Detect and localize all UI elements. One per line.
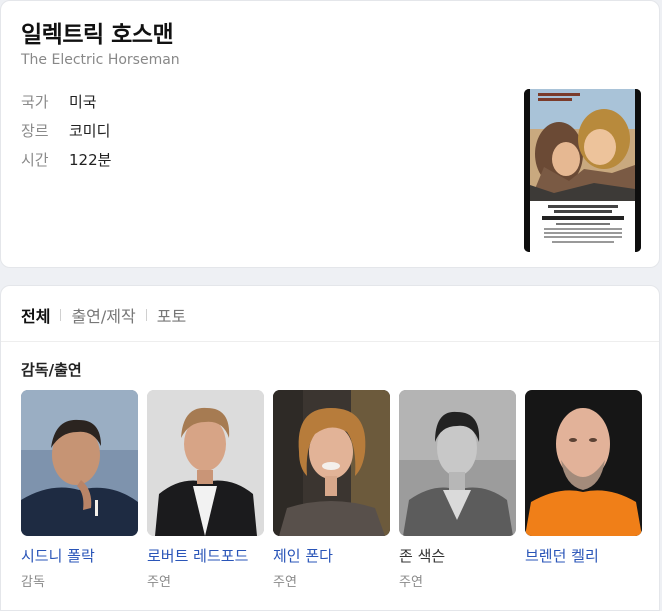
people-card: 전체 출연/제작 포토 감독/출연 시드니 폴락 감독 로버트 레드포드 주연 … [0, 285, 660, 611]
person-name[interactable]: 로버트 레드포드 [147, 545, 264, 566]
person-card[interactable]: 제인 폰다 주연 [273, 390, 390, 590]
meta-value: 122분 [69, 151, 112, 169]
person-card[interactable]: 존 색슨 주연 [399, 390, 516, 590]
meta-value: 코미디 [69, 122, 111, 140]
movie-title: 일렉트릭 호스맨 [21, 22, 174, 48]
person-name[interactable]: 브렌던 켈리 [525, 545, 642, 566]
tab-all[interactable]: 전체 [21, 303, 50, 327]
person-role: 주연 [147, 575, 171, 590]
section-heading: 감독/출연 [21, 361, 82, 379]
person-photo[interactable] [21, 390, 138, 536]
movie-info-card: 일렉트릭 호스맨 The Electric Horseman 국가 미국 장르 코미… [0, 0, 660, 268]
person-name[interactable]: 제인 폰다 [273, 545, 390, 566]
person-photo[interactable] [525, 390, 642, 536]
meta-label: 시간 [21, 151, 49, 169]
tab-photos[interactable]: 포토 [157, 303, 186, 327]
person-card[interactable]: 시드니 폴락 감독 [21, 390, 138, 590]
person-photo[interactable] [399, 390, 516, 536]
movie-poster[interactable] [524, 89, 641, 252]
meta-label: 국가 [21, 93, 49, 111]
meta-value: 미국 [69, 93, 97, 111]
section-divider [1, 341, 659, 342]
original-title: The Electric Horseman [21, 52, 180, 68]
person-role: 감독 [21, 575, 45, 590]
tab-bar: 전체 출연/제작 포토 [21, 303, 186, 327]
meta-label: 장르 [21, 122, 49, 140]
person-card[interactable]: 로버트 레드포드 주연 [147, 390, 264, 590]
tab-divider [145, 309, 147, 321]
tab-cast-crew[interactable]: 출연/제작 [71, 303, 135, 327]
meta-row-genre: 장르 코미디 [21, 120, 110, 141]
meta-row-runtime: 시간 122분 [21, 149, 111, 170]
person-photo[interactable] [273, 390, 390, 536]
person-name[interactable]: 존 색슨 [399, 545, 516, 566]
person-role: 주연 [399, 575, 423, 590]
person-name[interactable]: 시드니 폴락 [21, 545, 138, 566]
person-card[interactable]: 브렌던 켈리 [525, 390, 642, 571]
meta-row-country: 국가 미국 [21, 91, 97, 112]
tab-divider [60, 309, 62, 321]
person-photo[interactable] [147, 390, 264, 536]
person-role: 주연 [273, 575, 297, 590]
